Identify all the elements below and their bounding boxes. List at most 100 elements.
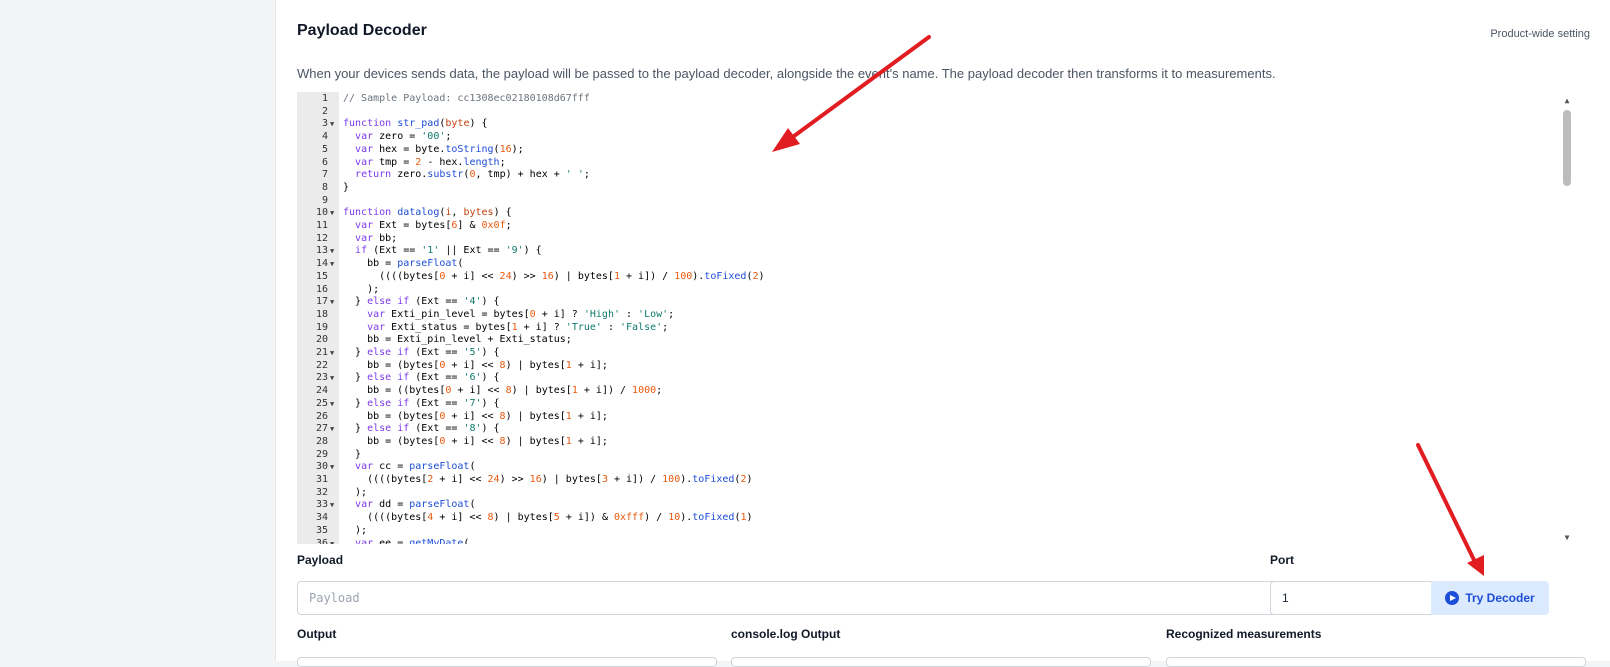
line-number: 15 [315, 270, 328, 282]
line-number: 16 [315, 283, 328, 295]
line-number: 30 [315, 461, 328, 473]
code-line[interactable]: 8} [297, 182, 1573, 195]
code-line[interactable]: 19 var Exti_status = bytes[1 + i] ? 'Tru… [297, 322, 1573, 335]
code-line[interactable]: 10 ▼ function datalog(i, bytes) { [297, 207, 1573, 220]
code-line[interactable]: 29 } [297, 449, 1573, 462]
code-line[interactable]: 20 bb = Exti_pin_level + Exti_status; [297, 334, 1573, 347]
code-line[interactable]: 4 var zero = '00'; [297, 131, 1573, 144]
code-line[interactable]: 33 ▼ var dd = parseFloat( [297, 499, 1573, 512]
fold-toggle-icon[interactable]: ▼ [330, 207, 334, 220]
code-text: var Exti_status = bytes[1 + i] ? 'True' … [367, 321, 669, 333]
line-number: 26 [315, 410, 328, 422]
console-output-box[interactable] [731, 657, 1151, 667]
code-line[interactable]: 17 ▼ } else if (Ext == '4') { [297, 296, 1573, 309]
code-line[interactable]: 27 ▼ } else if (Ext == '8') { [297, 423, 1573, 436]
code-text: var tmp = 2 - hex.length; [355, 156, 506, 168]
code-text: bb = parseFloat( [343, 258, 464, 270]
line-number: 10 [315, 207, 328, 219]
code-text: } [343, 448, 362, 460]
fold-toggle-icon[interactable]: ▼ [330, 398, 334, 411]
code-line[interactable]: 30 ▼ var cc = parseFloat( [297, 461, 1573, 474]
code-text: bb = Exti_pin_level + Exti_status; [343, 334, 572, 346]
line-number: 17 [315, 296, 328, 308]
left-sidebar-pane [0, 0, 272, 661]
line-number: 9 [321, 194, 328, 206]
scroll-up-icon[interactable]: ▲ [1561, 96, 1573, 105]
code-line[interactable]: 28 bb = (bytes[0 + i] << 8) | bytes[1 + … [297, 436, 1573, 449]
code-text: } else if (Ext == '4') { [343, 296, 500, 308]
code-line[interactable]: 9 [297, 195, 1573, 208]
line-number: 5 [321, 143, 328, 155]
code-text: var Exti_pin_level = bytes[0 + i] ? 'Hig… [367, 308, 675, 320]
code-line[interactable]: 15 ((((bytes[0 + i] << 24) >> 16) | byte… [297, 271, 1573, 284]
output-box[interactable] [297, 657, 717, 667]
code-line[interactable]: 26 bb = (bytes[0 + i] << 8) | bytes[1 + … [297, 411, 1573, 424]
line-number: 33 [315, 499, 328, 511]
code-text: if (Ext == '1' || Ext == '9') { [355, 245, 542, 257]
code-line[interactable]: 13 ▼ if (Ext == '1' || Ext == '9') { [297, 245, 1573, 258]
code-line[interactable]: 16 ); [297, 284, 1573, 297]
code-line[interactable]: 3 ▼ function str_pad(byte) { [297, 118, 1573, 131]
fold-toggle-icon[interactable]: ▼ [330, 461, 334, 474]
code-text: var ee = getMyDate( [355, 537, 470, 545]
code-line[interactable]: 21 ▼ } else if (Ext == '5') { [297, 347, 1573, 360]
line-number: 21 [315, 347, 328, 358]
fold-toggle-icon[interactable]: ▼ [330, 372, 334, 385]
fold-toggle-icon[interactable]: ▼ [330, 118, 334, 131]
code-line[interactable]: 7 return zero.substr(0, tmp) + hex + ' '… [297, 169, 1573, 182]
scroll-down-icon[interactable]: ▼ [1561, 533, 1573, 542]
code-line[interactable]: 18 var Exti_pin_level = bytes[0 + i] ? '… [297, 309, 1573, 322]
line-number: 27 [315, 423, 328, 435]
code-text: } [343, 181, 350, 193]
fold-toggle-icon[interactable]: ▼ [330, 423, 334, 436]
line-number: 20 [315, 334, 328, 346]
code-line[interactable]: 35 ); [297, 525, 1573, 538]
code-line[interactable]: 12 var bb; [297, 233, 1573, 246]
fold-toggle-icon[interactable]: ▼ [330, 347, 334, 360]
code-text: ((((bytes[2 + i] << 24) >> 16) | bytes[3… [343, 474, 753, 485]
code-line[interactable]: 34 ((((bytes[4 + i] << 8) | bytes[5 + i]… [297, 512, 1573, 525]
recognized-measurements-box[interactable] [1166, 657, 1586, 667]
try-decoder-label: Try Decoder [1465, 591, 1535, 605]
code-line[interactable]: 2 [297, 106, 1573, 119]
payload-input[interactable]: Payload [297, 581, 1329, 615]
product-wide-setting-label: Product-wide setting [1490, 28, 1590, 40]
line-number: 4 [321, 131, 328, 143]
code-editor[interactable]: 1 // Sample Payload: cc1308ec02180108d67f… [297, 92, 1573, 544]
code-line[interactable]: 14 ▼ bb = parseFloat( [297, 258, 1573, 271]
fold-toggle-icon[interactable]: ▼ [330, 258, 334, 271]
line-number: 11 [315, 220, 328, 231]
code-text: var hex = byte.toString(16); [355, 143, 524, 155]
port-label: Port [1270, 553, 1294, 567]
line-number: 25 [315, 397, 328, 409]
try-decoder-button[interactable]: Try Decoder [1431, 581, 1549, 615]
fold-toggle-icon[interactable]: ▼ [330, 499, 334, 512]
port-input[interactable]: 1 [1270, 581, 1434, 615]
line-number: 19 [315, 321, 328, 333]
code-line[interactable]: 1 // Sample Payload: cc1308ec02180108d67f… [297, 93, 1573, 106]
code-line[interactable]: 24 bb = ((bytes[0 + i] << 8) | bytes[1 +… [297, 385, 1573, 398]
code-line[interactable]: 32 ); [297, 487, 1573, 500]
code-line[interactable]: 23 ▼ } else if (Ext == '6') { [297, 372, 1573, 385]
code-line[interactable]: 31 ((((bytes[2 + i] << 24) >> 16) | byte… [297, 474, 1573, 487]
fold-toggle-icon[interactable]: ▼ [330, 538, 334, 545]
line-number: 32 [315, 486, 328, 498]
decoder-description: When your devices sends data, the payloa… [297, 66, 1276, 81]
code-text: } else if (Ext == '6') { [343, 372, 500, 384]
line-number: 13 [315, 245, 328, 257]
code-line[interactable]: 11 var Ext = bytes[6] & 0x0f; [297, 220, 1573, 233]
code-text: ((((bytes[4 + i] << 8) | bytes[5 + i]) &… [343, 512, 753, 524]
code-text: ((((bytes[0 + i] << 24) >> 16) | bytes[1… [343, 270, 765, 282]
code-text: bb = (bytes[0 + i] << 8) | bytes[1 + i]; [343, 435, 608, 447]
code-text: ); [343, 524, 368, 536]
fold-toggle-icon[interactable]: ▼ [330, 245, 334, 258]
code-line[interactable]: 6 var tmp = 2 - hex.length; [297, 157, 1573, 170]
code-line[interactable]: 25 ▼ } else if (Ext == '7') { [297, 398, 1573, 411]
code-line[interactable]: 36 ▼ var ee = getMyDate( [297, 538, 1573, 545]
code-text: var dd = parseFloat( [355, 499, 476, 511]
code-line[interactable]: 5 var hex = byte.toString(16); [297, 144, 1573, 157]
fold-toggle-icon[interactable]: ▼ [330, 296, 334, 309]
output-label: Output [297, 627, 337, 641]
editor-scrollbar-thumb[interactable] [1563, 110, 1571, 186]
code-line[interactable]: 22 bb = (bytes[0 + i] << 8) | bytes[1 + … [297, 360, 1573, 373]
